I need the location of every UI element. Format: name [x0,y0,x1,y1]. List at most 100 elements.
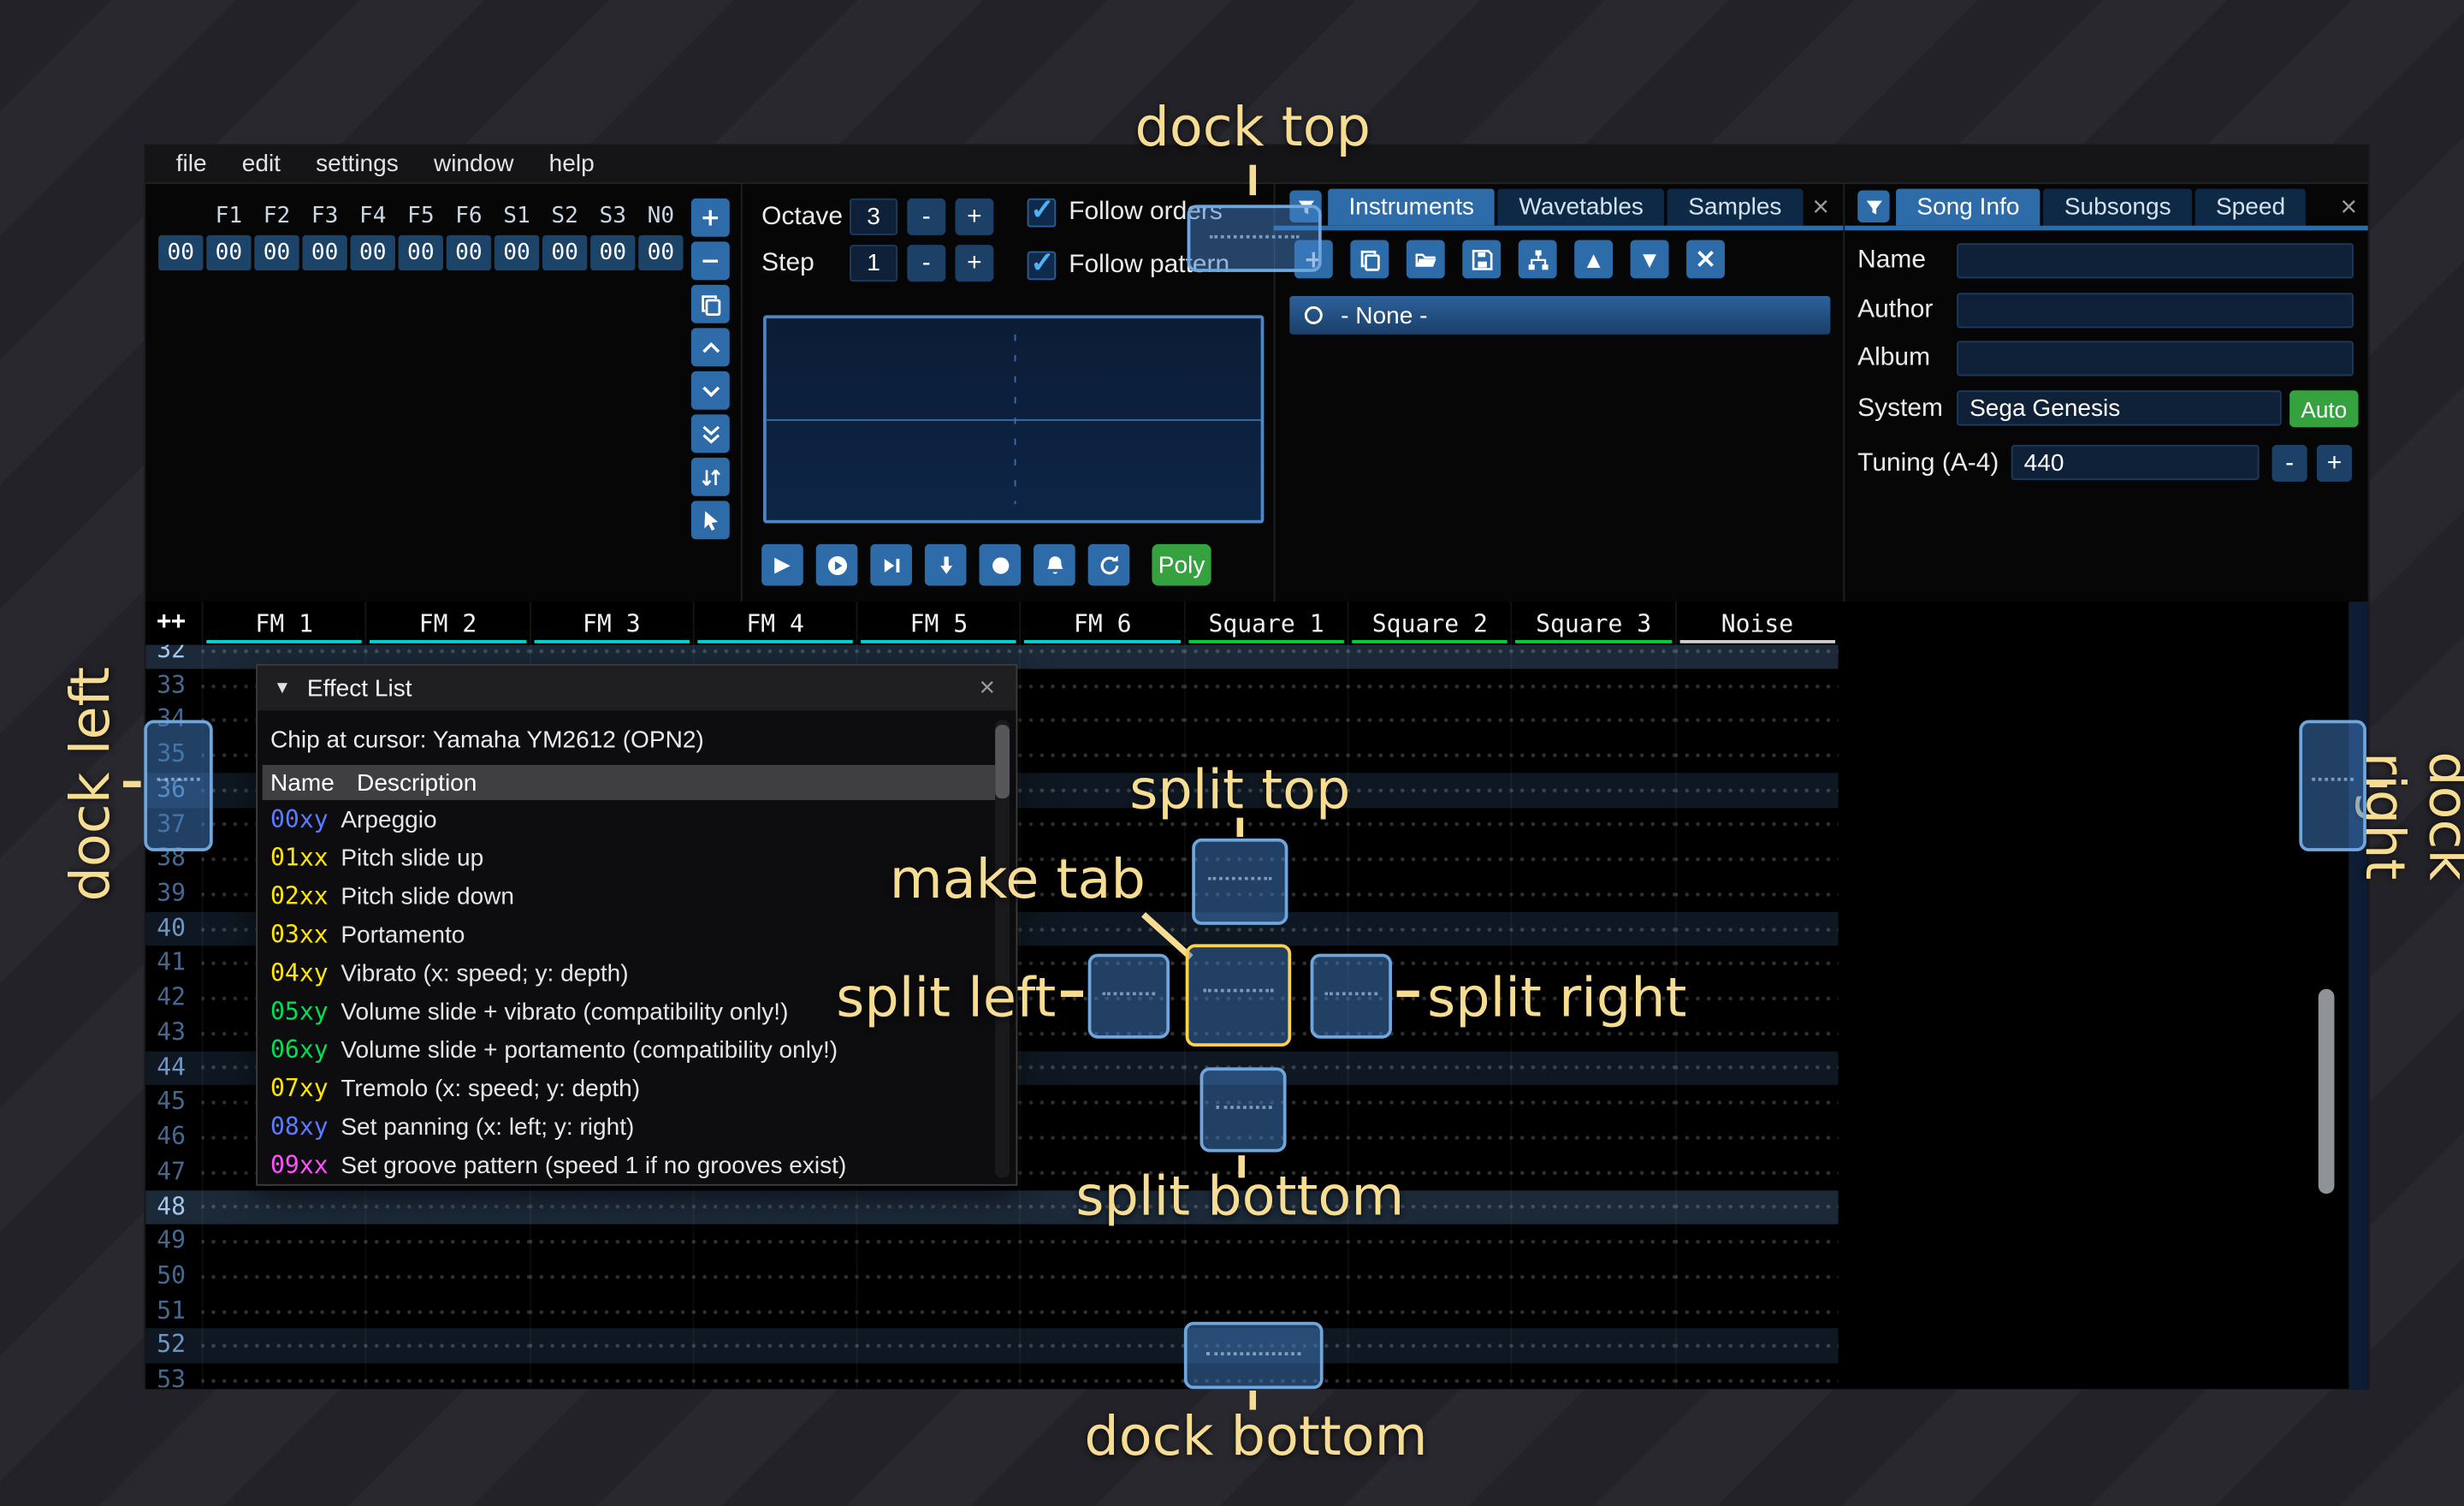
pattern-cell[interactable] [1348,877,1511,912]
pattern-cell[interactable] [1674,1086,1838,1121]
pattern-row-49[interactable]: 49 [145,1224,1839,1260]
pattern-cell[interactable] [1020,842,1183,877]
pattern-cell[interactable] [202,1224,365,1260]
pattern-cell[interactable] [1674,738,1838,773]
pattern-cell[interactable] [1511,1155,1674,1190]
move-order-up-button[interactable] [691,328,730,366]
channel-header-fm-5[interactable]: FM 5 [856,602,1020,644]
pattern-cell[interactable] [1511,738,1674,773]
instruments-tab-instruments[interactable]: Instruments [1328,189,1495,226]
instruments-close-button[interactable]: × [1804,191,1836,222]
repeat-pattern-button[interactable] [1088,544,1130,586]
pattern-cell[interactable] [1674,1364,1838,1388]
pattern-cell[interactable] [1674,1224,1838,1260]
pattern-cell[interactable] [1020,1329,1183,1364]
pattern-cell[interactable] [1674,1155,1838,1190]
effect-row-00xy[interactable]: 00xyArpeggio [263,800,996,839]
orders-cell-7[interactable]: 00 [542,235,587,270]
pattern-cell[interactable] [1511,1189,1674,1224]
pattern-row-53[interactable]: 53 [145,1364,1839,1388]
orders-row-index[interactable]: 00 [158,235,203,270]
step-increase-button[interactable]: + [955,245,993,282]
pattern-cell[interactable] [1348,1016,1511,1051]
pattern-cell[interactable] [1511,773,1674,808]
pattern-cell[interactable] [1020,1294,1183,1329]
pattern-cell[interactable] [1511,668,1674,703]
play-pattern-button[interactable] [816,544,858,586]
pattern-cell[interactable] [1348,1120,1511,1155]
menu-item-window[interactable]: window [416,145,531,183]
pattern-cell[interactable] [1183,1120,1347,1155]
pattern-cell[interactable] [1348,773,1511,808]
duplicate-order-to-end-button[interactable] [691,414,730,453]
orders-cell-9[interactable]: 00 [638,235,683,270]
pattern-cell[interactable] [529,1189,692,1224]
pattern-cell[interactable] [1511,1294,1674,1329]
pattern-cell[interactable] [1511,1260,1674,1295]
pattern-cell[interactable] [529,1224,692,1260]
instrument-folders-button[interactable] [1519,240,1557,279]
menu-item-help[interactable]: help [531,145,612,183]
pattern-cell[interactable] [693,1224,856,1260]
pattern-cell[interactable] [1183,981,1347,1017]
pattern-cell[interactable] [1511,911,1674,946]
octave-decrease-button[interactable]: - [907,199,945,235]
tuning-decrease-button[interactable]: - [2272,445,2307,482]
pattern-cell[interactable] [1020,911,1183,946]
tuning-increase-button[interactable]: + [2317,445,2352,482]
pattern-cell[interactable] [1674,1016,1838,1051]
pattern-cell[interactable] [1020,981,1183,1017]
pattern-cell[interactable] [1674,911,1838,946]
orders-cell-8[interactable]: 00 [590,235,635,270]
play-button[interactable]: ▶ [761,544,803,586]
orders-current-row[interactable]: 0000000000000000000000 [158,235,683,270]
pattern-cell[interactable] [1674,1329,1838,1364]
pattern-cell[interactable] [693,1260,856,1295]
pattern-cell[interactable] [1183,738,1347,773]
system-field[interactable] [1957,390,2282,425]
pattern-cell[interactable] [1674,1260,1838,1295]
channel-header-fm-1[interactable]: FM 1 [202,602,365,644]
songinfo-tab-subsongs[interactable]: Subsongs [2044,189,2192,226]
pattern-cell[interactable] [1348,1224,1511,1260]
add-order-button[interactable]: + [691,199,730,237]
pattern-cell[interactable] [1511,946,1674,981]
pattern-cell[interactable] [1183,1260,1347,1295]
pattern-cell[interactable] [1511,1016,1674,1051]
pattern-cell[interactable] [1511,1051,1674,1086]
pattern-cell[interactable] [1674,703,1838,738]
pattern-cell[interactable] [1183,808,1347,843]
pattern-cell[interactable] [1183,1189,1347,1224]
pattern-cell[interactable] [365,1294,529,1329]
orders-cell-5[interactable]: 00 [447,235,491,270]
effect-list-scrollbar-track[interactable] [995,720,1010,1178]
pattern-cell[interactable] [1348,946,1511,981]
pattern-cell[interactable] [529,1364,692,1388]
pattern-cell[interactable] [1511,1120,1674,1155]
duplicate-instrument-button[interactable] [1350,240,1389,279]
system-auto-button[interactable]: Auto [2289,390,2358,427]
pattern-cell[interactable] [1020,703,1183,738]
pattern-cell[interactable] [693,1329,856,1364]
pattern-cell[interactable] [1020,1155,1183,1190]
pattern-cell[interactable] [529,1294,692,1329]
pattern-cell[interactable] [1511,645,1674,669]
channel-header-fm-2[interactable]: FM 2 [365,602,529,644]
effect-list-column-header[interactable]: Name Description [263,765,996,800]
pattern-cell[interactable] [1511,703,1674,738]
follow-pattern-checkbox[interactable]: ✓ [1028,252,1057,281]
metronome-button[interactable] [1034,544,1075,586]
pattern-cell[interactable] [1511,877,1674,912]
effect-row-02xx[interactable]: 02xxPitch slide down [263,877,996,916]
instrument-list-item-none[interactable]: - None - [1289,296,1830,335]
pattern-cell[interactable] [1348,808,1511,843]
pattern-cell[interactable] [1020,738,1183,773]
duplicate-order-button[interactable] [691,285,730,323]
pattern-cell[interactable] [1348,738,1511,773]
effect-row-05xy[interactable]: 05xyVolume slide + vibrato (compatibilit… [263,992,996,1030]
effect-list-scrollbar-thumb[interactable] [995,725,1010,798]
songinfo-tab-speed[interactable]: Speed [2195,189,2307,226]
pattern-cell[interactable] [1183,1086,1347,1121]
instruments-tab-wavetables[interactable]: Wavetables [1498,189,1664,226]
pattern-cell[interactable] [1674,1051,1838,1086]
